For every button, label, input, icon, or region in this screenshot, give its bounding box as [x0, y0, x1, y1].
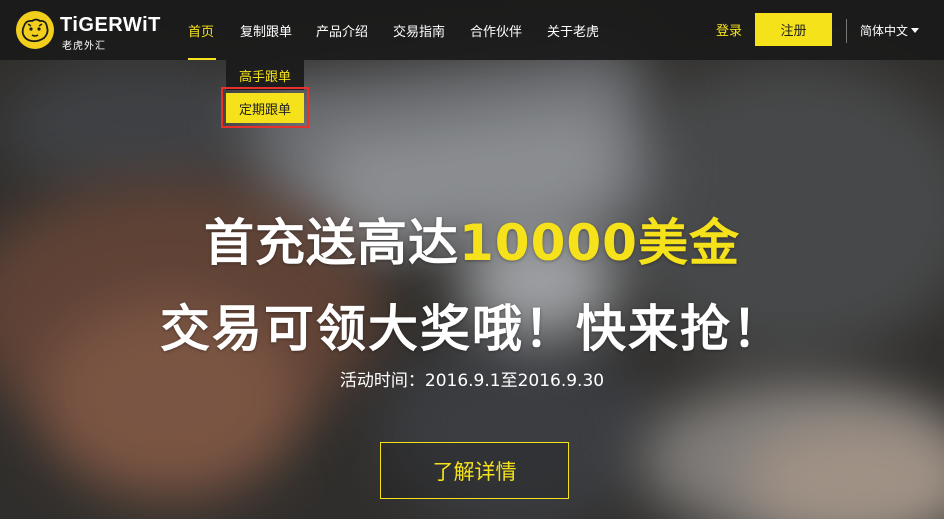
hero-headline-line1: 首充送高达10000美金	[0, 203, 944, 275]
login-link[interactable]: 登录	[716, 20, 742, 39]
brand-subtext: 老虎外汇	[62, 41, 106, 52]
main-nav: 首页 复制跟单 产品介绍 交易指南 合作伙伴 关于老虎	[176, 0, 612, 60]
caret-down-icon	[911, 28, 920, 33]
brand-wordmark: TiGERWiT	[60, 14, 161, 36]
dropdown-item-expert-copy[interactable]: 高手跟单	[226, 60, 304, 90]
nav-item-products[interactable]: 产品介绍	[304, 0, 381, 60]
hero-headline-line2: 交易可领大奖哦！快来抢！	[160, 300, 784, 358]
nav-item-about[interactable]: 关于老虎	[535, 0, 612, 60]
register-button[interactable]: 注册	[755, 13, 832, 46]
headline-text: 首充送高达	[204, 214, 460, 272]
highlight-annotation-box	[221, 87, 309, 128]
language-selector[interactable]: 简体中文	[860, 22, 920, 39]
nav-item-home[interactable]: 首页	[176, 0, 228, 60]
headline-highlight-amount: 10000美金	[459, 214, 740, 272]
header-divider	[846, 19, 847, 43]
nav-item-partners[interactable]: 合作伙伴	[458, 0, 535, 60]
top-header: TiGERWiT 老虎外汇 首页 复制跟单 产品介绍 交易指南 合作伙伴 关于老…	[0, 0, 944, 60]
nav-item-trading-guide[interactable]: 交易指南	[381, 0, 458, 60]
nav-item-copy-trading[interactable]: 复制跟单	[228, 0, 304, 60]
learn-more-button[interactable]: 了解详情	[380, 442, 569, 499]
promotion-period: 活动时间：2016.9.1至2016.9.30	[339, 371, 605, 391]
language-label: 简体中文	[860, 24, 909, 38]
brand-logo[interactable]: TiGERWiT 老虎外汇	[16, 11, 160, 52]
tiger-logo-icon	[16, 11, 54, 49]
